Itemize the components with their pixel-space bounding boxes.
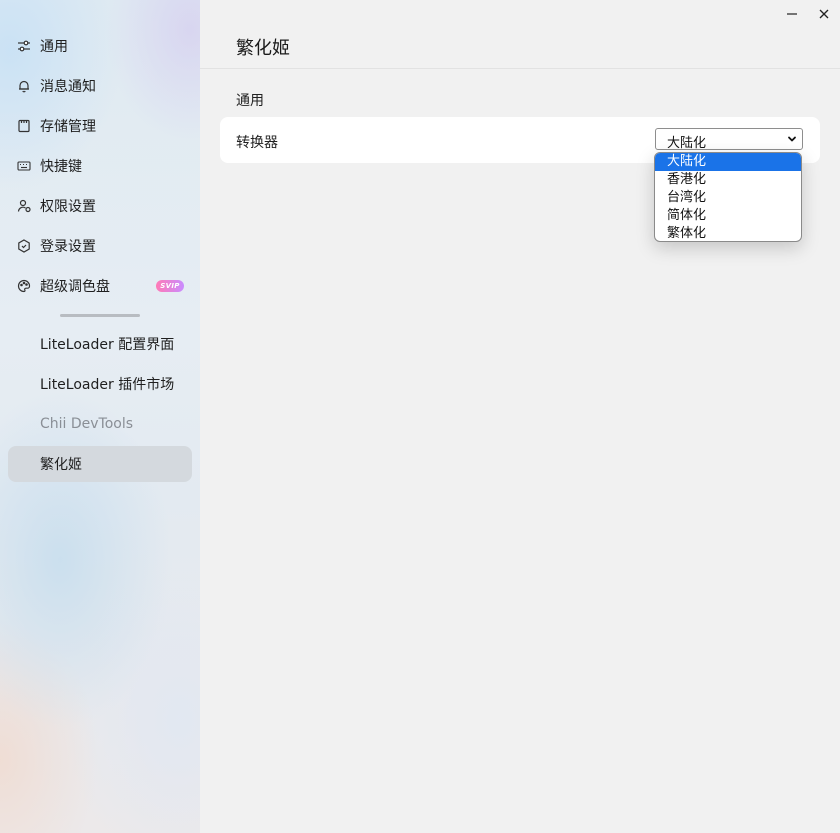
dropdown-option[interactable]: 繁体化 — [655, 225, 801, 241]
hexagon-icon — [17, 239, 31, 253]
sidebar-item-label: 权限设置 — [40, 199, 96, 215]
dropdown-option[interactable]: 台湾化 — [655, 189, 801, 207]
sidebar-item-label: 超级调色盘 — [40, 279, 110, 295]
sidebar-item-label: 繁化姬 — [40, 457, 82, 473]
sidebar-item-permissions[interactable]: 权限设置 — [8, 188, 192, 224]
sidebar-item-label: 消息通知 — [40, 79, 96, 95]
svip-badge: SVIP — [156, 280, 184, 292]
sidebar-item-chii-devtools[interactable]: Chii DevTools — [8, 406, 192, 442]
keyboard-icon — [17, 159, 31, 173]
sidebar-item-palette[interactable]: 超级调色盘 SVIP — [8, 268, 192, 304]
sliders-icon — [17, 39, 31, 53]
main-content: 繁化姬 通用 转换器 大陆化 — [200, 0, 840, 833]
minimize-button[interactable] — [784, 6, 800, 22]
dropdown-option[interactable]: 简体化 — [655, 207, 801, 225]
converter-label: 转换器 — [236, 135, 278, 151]
sidebar-item-storage[interactable]: 存储管理 — [8, 108, 192, 144]
sidebar-item-label: 快捷键 — [40, 159, 82, 175]
sidebar-divider — [60, 314, 140, 317]
chevron-down-icon — [786, 133, 798, 145]
user-lock-icon — [17, 199, 31, 213]
minimize-icon — [784, 7, 800, 26]
sidebar-item-shortcuts[interactable]: 快捷键 — [8, 148, 192, 184]
sidebar-item-login[interactable]: 登录设置 — [8, 228, 192, 264]
converter-select-value: 大陆化 — [667, 136, 707, 151]
sidebar-item-label: Chii DevTools — [40, 416, 134, 432]
sidebar-item-label: 登录设置 — [40, 239, 96, 255]
header-divider — [200, 68, 840, 69]
palette-icon — [17, 279, 31, 293]
sidebar-item-general[interactable]: 通用 — [8, 28, 192, 64]
dropdown-option[interactable]: 香港化 — [655, 171, 801, 189]
bell-icon — [17, 79, 31, 93]
sidebar-item-notifications[interactable]: 消息通知 — [8, 68, 192, 104]
dropdown-option[interactable]: 大陆化 — [655, 153, 801, 171]
sidebar-item-liteloader-config[interactable]: LiteLoader 配置界面 — [8, 326, 192, 362]
sidebar-item-label: LiteLoader 配置界面 — [40, 337, 175, 353]
sidebar-item-label: LiteLoader 插件市场 — [40, 377, 175, 393]
close-button[interactable] — [816, 6, 832, 22]
sidebar-item-liteloader-market[interactable]: LiteLoader 插件市场 — [8, 366, 192, 402]
close-icon — [816, 7, 832, 26]
sidebar-item-label: 存储管理 — [40, 119, 96, 135]
converter-select[interactable]: 大陆化 — [655, 128, 803, 151]
sidebar-item-fanhuaji[interactable]: 繁化姬 — [8, 446, 192, 482]
page-title: 繁化姬 — [236, 38, 290, 59]
sidebar: 通用 消息通知 存储管理 快捷键 权限设置 登录设置 超级调色盘 SVIP Li… — [0, 0, 200, 833]
storage-icon — [17, 119, 31, 133]
sidebar-item-label: 通用 — [40, 39, 68, 55]
section-title: 通用 — [236, 93, 264, 109]
converter-dropdown: 大陆化 香港化 台湾化 简体化 繁体化 — [654, 152, 802, 242]
